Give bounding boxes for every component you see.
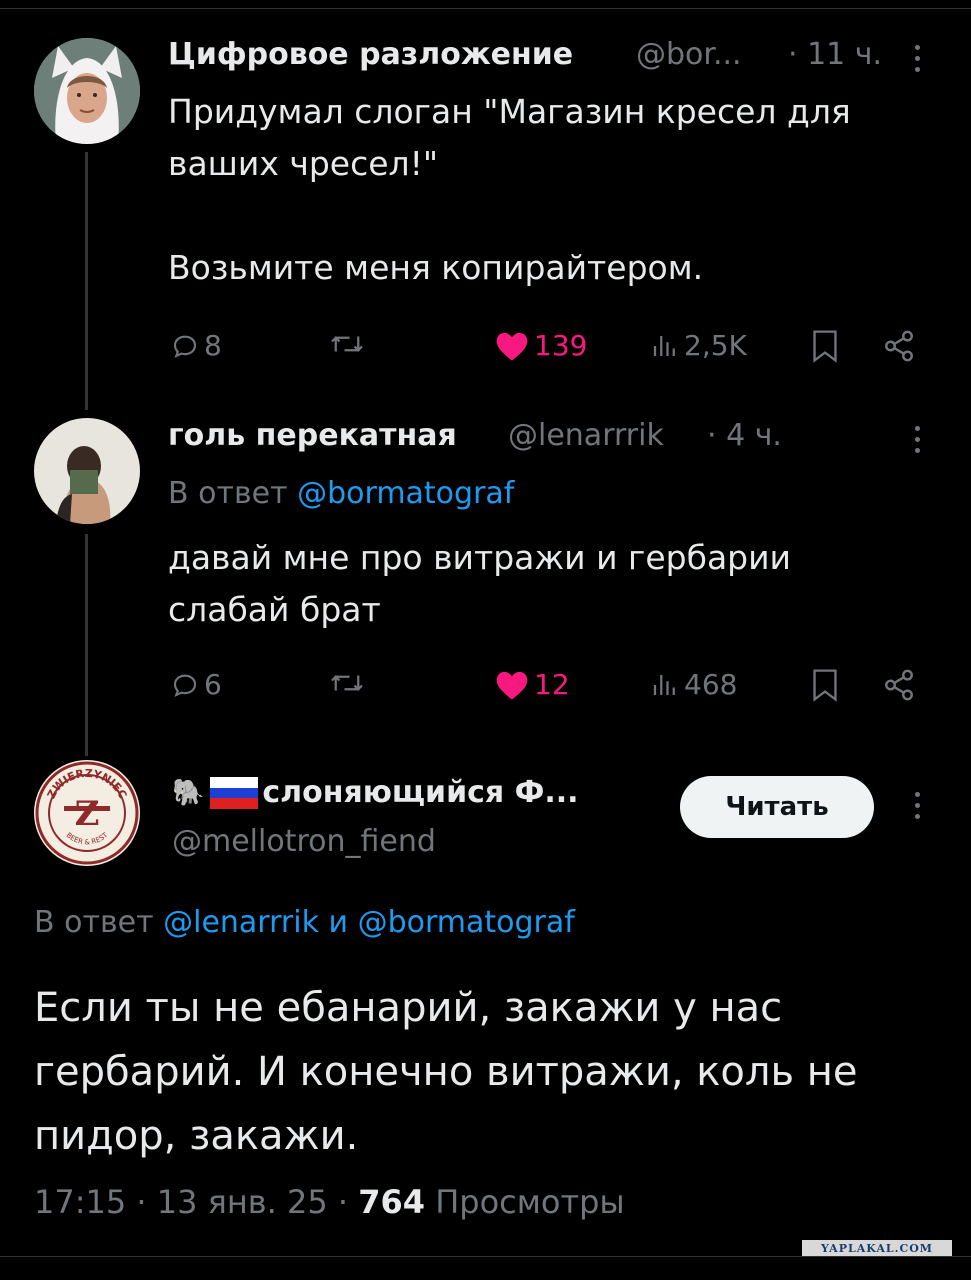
tweet-text: Придумал слоган "Магазин кресел для ваши…: [168, 86, 851, 294]
like-button[interactable]: 139: [494, 329, 587, 362]
share-icon: [885, 330, 913, 362]
mention-link[interactable]: @bormatograf: [297, 476, 514, 511]
retweet-button[interactable]: [327, 668, 367, 698]
logo-letter: Z: [75, 794, 100, 834]
bookmark-icon: [813, 330, 837, 363]
reply-prefix: В ответ: [168, 476, 288, 511]
avatar[interactable]: [34, 418, 140, 524]
display-name[interactable]: 🐘 слоняющийся Ф...: [172, 775, 579, 810]
follow-button[interactable]: Читать: [680, 776, 874, 838]
tweet-text: Если ты не ебанарий, закажи у нас гербар…: [34, 976, 954, 1168]
views-count: 2,5K: [684, 329, 747, 362]
handle[interactable]: @bor...: [636, 37, 742, 72]
mention-link[interactable]: @bormatograf: [358, 905, 575, 940]
retweet-icon: [331, 336, 363, 352]
views-button[interactable]: 468: [650, 668, 737, 701]
reply-button[interactable]: 6: [170, 668, 222, 701]
more-icon[interactable]: [912, 426, 922, 456]
timestamp[interactable]: · 4 ч.: [707, 418, 782, 453]
reply-context: В ответ @lenarrrik и @bormatograf: [34, 905, 575, 940]
text-line: слабай брат: [168, 590, 381, 629]
thread-line: [85, 152, 88, 410]
like-button[interactable]: 12: [494, 668, 570, 701]
text-line: Если ты не ебанарий, закажи у нас: [34, 985, 783, 1031]
text-line: гербарий. И конечно витражи, коль не: [34, 1049, 858, 1095]
share-icon: [885, 669, 913, 701]
display-name-text: слоняющийся Ф...: [262, 775, 579, 810]
more-icon[interactable]: [912, 792, 922, 822]
bookmark-button[interactable]: [810, 329, 840, 363]
reply-context: В ответ @bormatograf: [168, 476, 514, 511]
reply-icon: [173, 674, 197, 697]
text-line: давай мне про витражи и гербарии: [168, 538, 792, 577]
watermark: YAPLAKAL.COM: [802, 1240, 952, 1256]
share-button[interactable]: [882, 329, 916, 363]
like-count: 139: [534, 329, 588, 362]
text-line: пидор, закажи.: [34, 1113, 359, 1159]
views-label: Просмотры: [435, 1183, 625, 1221]
mention-conjunction: и: [328, 905, 349, 940]
thread-line: [85, 534, 88, 756]
top-divider: [0, 8, 971, 9]
views-icon: [653, 674, 675, 695]
avatar[interactable]: ZWIERZYNIEC BEER & REST Z: [34, 760, 140, 866]
views-button[interactable]: 2,5K: [650, 329, 747, 362]
timestamp[interactable]: 17:15 · 13 янв. 25 ·: [34, 1183, 348, 1221]
handle[interactable]: @lenarrrik: [508, 418, 664, 453]
views-count: 468: [684, 668, 738, 701]
timestamp[interactable]: · 11 ч.: [788, 37, 882, 72]
display-name[interactable]: голь перекатная: [168, 418, 457, 453]
retweet-button[interactable]: [327, 329, 367, 359]
text-line: Возьмите меня копирайтером.: [168, 248, 704, 287]
views-icon: [653, 335, 675, 356]
bookmark-button[interactable]: [810, 668, 840, 702]
display-name[interactable]: Цифровое разложение: [168, 37, 573, 72]
views-count: 764: [358, 1183, 426, 1221]
flag-icon: [210, 776, 259, 809]
like-count: 12: [534, 668, 570, 701]
bookmark-icon: [813, 669, 837, 702]
reply-icon: [173, 335, 197, 358]
bottom-divider: [0, 1256, 971, 1257]
heart-icon: [496, 332, 528, 361]
elephant-icon: 🐘: [172, 777, 205, 808]
share-button[interactable]: [882, 668, 916, 702]
avatar[interactable]: [34, 38, 140, 144]
tweet-text: давай мне про витражи и гербарии слабай …: [168, 532, 791, 636]
more-icon[interactable]: [912, 45, 922, 75]
retweet-icon: [331, 675, 363, 691]
text-line: Придумал слоган "Магазин кресел для: [168, 92, 851, 131]
reply-button[interactable]: 8: [170, 329, 222, 362]
heart-icon: [496, 671, 528, 700]
text-line: ваших чресел!": [168, 144, 439, 183]
tweet-metadata: 17:15 · 13 янв. 25 · 764 Просмотры: [34, 1183, 625, 1221]
reply-prefix: В ответ: [34, 905, 154, 940]
handle[interactable]: @mellotron_fiend: [172, 824, 436, 859]
reply-count: 8: [204, 329, 222, 362]
reply-count: 6: [204, 668, 222, 701]
mention-link[interactable]: @lenarrrik: [163, 905, 319, 940]
